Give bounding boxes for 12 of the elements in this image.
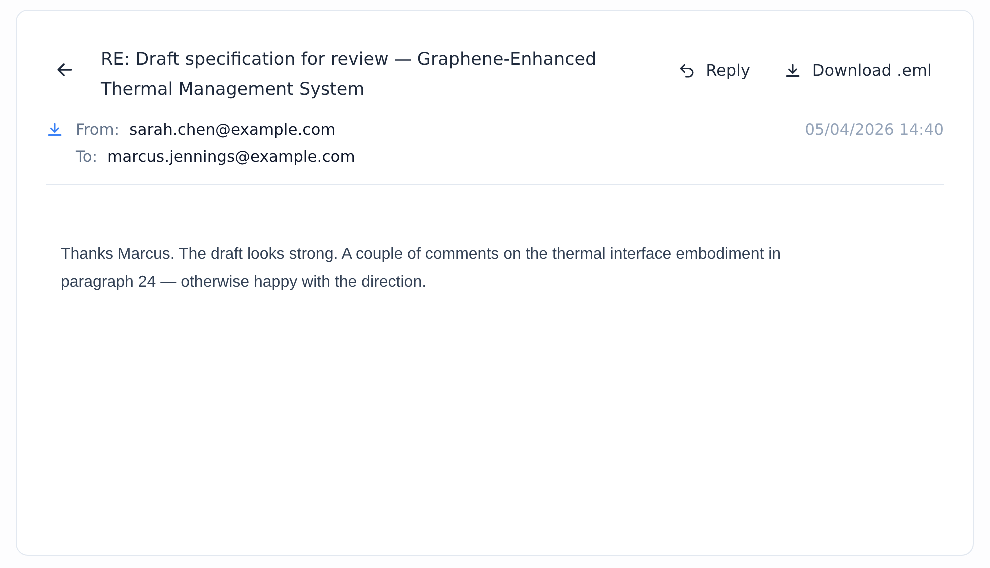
sender-address: sarah.chen@example.com — [130, 121, 336, 139]
reply-icon — [678, 62, 696, 80]
download-button[interactable]: Download .eml — [772, 55, 944, 86]
reply-button[interactable]: Reply — [666, 55, 762, 86]
to-label: To: — [76, 148, 98, 166]
from-label: From: — [76, 121, 120, 139]
recipient-address: marcus.jennings@example.com — [108, 148, 356, 166]
download-icon — [784, 62, 802, 80]
email-date: 05/04/2026 14:40 — [805, 121, 944, 141]
email-subject: RE: Draft specification for review — Graphene-Enhanced Thermal Management System — [101, 49, 598, 102]
email-body: Thanks Marcus. The draft looks strong. A couple of comments on the thermal interface embodiment in paragraph 24 — otherwise happy with the direction. — [61, 245, 782, 293]
download-icon — [46, 121, 64, 139]
